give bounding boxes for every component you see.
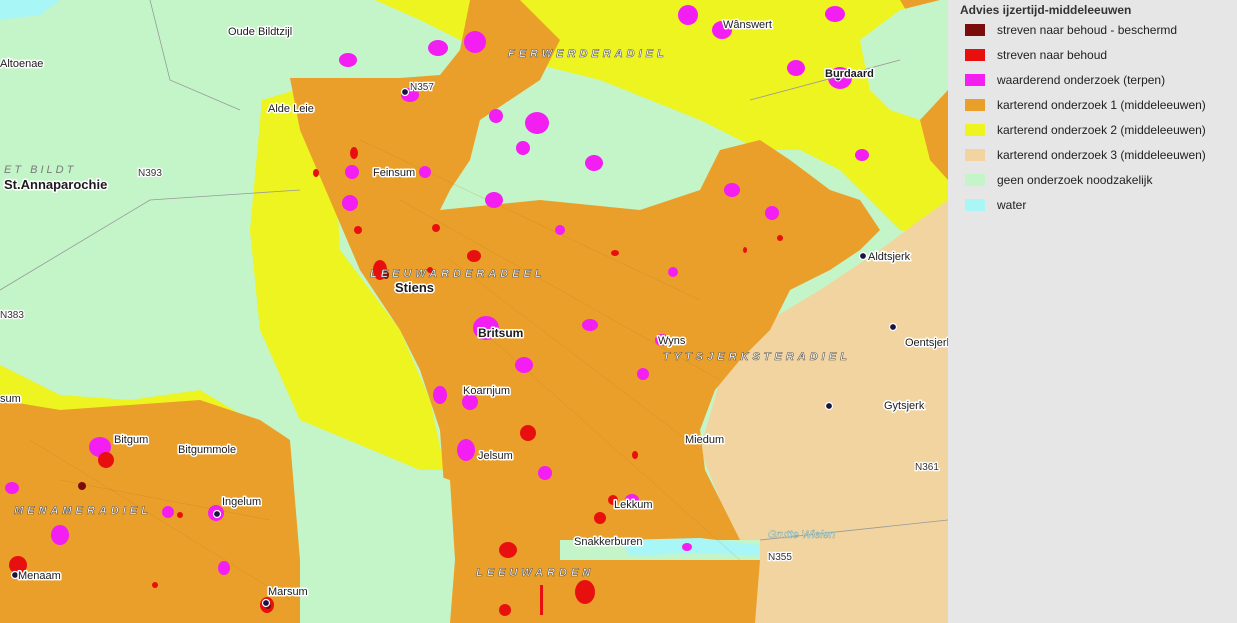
label-tytsjerksteradiel: TYTSJERKSTERADIEL — [663, 351, 851, 363]
label-n357: N357 — [410, 82, 434, 93]
label-wyns: Wyns — [658, 335, 686, 347]
legend-swatch — [965, 148, 985, 161]
legend-title: Advies ijzertijd-middeleeuwen — [960, 3, 1132, 17]
label-leeuwarderadeel: LEEUWARDERADEEL — [370, 268, 546, 280]
label-lekkum: Lekkum — [614, 499, 653, 511]
legend-swatch — [965, 48, 985, 61]
legend-label: waarderend onderzoek (terpen) — [997, 72, 1166, 87]
label-menaam: Menaam — [18, 570, 61, 582]
label-wanswert: Wânswert — [723, 19, 772, 31]
label-miedum: Miedum — [685, 434, 724, 446]
label-aldtsjerk: Aldtsjerk — [868, 251, 911, 263]
legend-item: karterend onderzoek 2 (middeleeuwen) — [948, 117, 1237, 142]
legend-swatch — [965, 73, 985, 86]
label-het-bildt: ET BILDT — [4, 164, 76, 176]
legend-swatch — [965, 123, 985, 136]
legend-item: waarderend onderzoek (terpen) — [948, 67, 1237, 92]
label-feinsum: Feinsum — [373, 167, 415, 179]
legend-swatch — [965, 173, 985, 186]
label-st-annaparochie: St.Annaparochie — [4, 177, 107, 192]
label-altoenae: Altoenae — [0, 58, 43, 70]
legend-swatch — [965, 98, 985, 111]
legend-label: karterend onderzoek 2 (middeleeuwen) — [997, 122, 1206, 137]
legend-label: geen onderzoek noodzakelijk — [997, 172, 1153, 187]
label-britsum: Britsum — [478, 326, 523, 340]
label-oude-bildtzijl: Oude Bildtzijl — [228, 26, 292, 38]
legend-swatch — [965, 23, 985, 36]
label-snakkerburen: Snakkerburen — [574, 536, 643, 548]
label-stiens: Stiens — [395, 280, 434, 295]
legend-item: karterend onderzoek 1 (middeleeuwen) — [948, 92, 1237, 117]
legend-item: water — [948, 192, 1237, 217]
legend-label: streven naar behoud — [997, 47, 1108, 62]
legend-panel: Advies ijzertijd-middeleeuwen streven na… — [948, 0, 1237, 623]
label-leeuwarden: LEEUWARDEN — [476, 567, 594, 579]
map-svg[interactable]: Oude Bildtzijl Altoenae Wânswert Burdaar… — [0, 0, 948, 623]
label-ferwerderadiel: FERWERDERADIEL — [508, 48, 668, 60]
label-grutte-wielen: Grutte Wielen — [768, 529, 835, 541]
label-oentsjerk: Oentsjerk — [905, 337, 948, 349]
label-koarnjum: Koarnjum — [463, 385, 510, 397]
legend-item: geen onderzoek noodzakelijk — [948, 167, 1237, 192]
label-n393: N393 — [138, 168, 162, 179]
legend-swatch — [965, 198, 985, 211]
label-jelsum: Jelsum — [478, 450, 513, 462]
label-alde-leie: Alde Leie — [268, 103, 314, 115]
legend-item: karterend onderzoek 3 (middeleeuwen) — [948, 142, 1237, 167]
label-ingelum: Ingelum — [222, 496, 261, 508]
legend-item: streven naar behoud - beschermd — [948, 17, 1237, 42]
map-canvas[interactable]: Oude Bildtzijl Altoenae Wânswert Burdaar… — [0, 0, 948, 623]
label-menameradiel: MENAMERADIEL — [14, 505, 152, 517]
legend-label: streven naar behoud - beschermd — [997, 22, 1178, 37]
label-sum: sum — [0, 393, 21, 405]
legend-item: streven naar behoud — [948, 42, 1237, 67]
label-n355: N355 — [768, 552, 792, 563]
label-marsum: Marsum — [268, 586, 308, 598]
legend-label: water — [997, 197, 1027, 212]
legend-list: streven naar behoud - beschermd streven … — [948, 17, 1237, 217]
legend-label: karterend onderzoek 3 (middeleeuwen) — [997, 147, 1206, 162]
label-bitgummole: Bitgummole — [178, 444, 236, 456]
label-burdaard: Burdaard — [825, 68, 874, 80]
label-gytsjerk: Gytsjerk — [884, 400, 925, 412]
legend-label: karterend onderzoek 1 (middeleeuwen) — [997, 97, 1206, 112]
label-bitgum: Bitgum — [114, 434, 148, 446]
label-n361: N361 — [915, 462, 939, 473]
label-n383: N383 — [0, 310, 24, 321]
